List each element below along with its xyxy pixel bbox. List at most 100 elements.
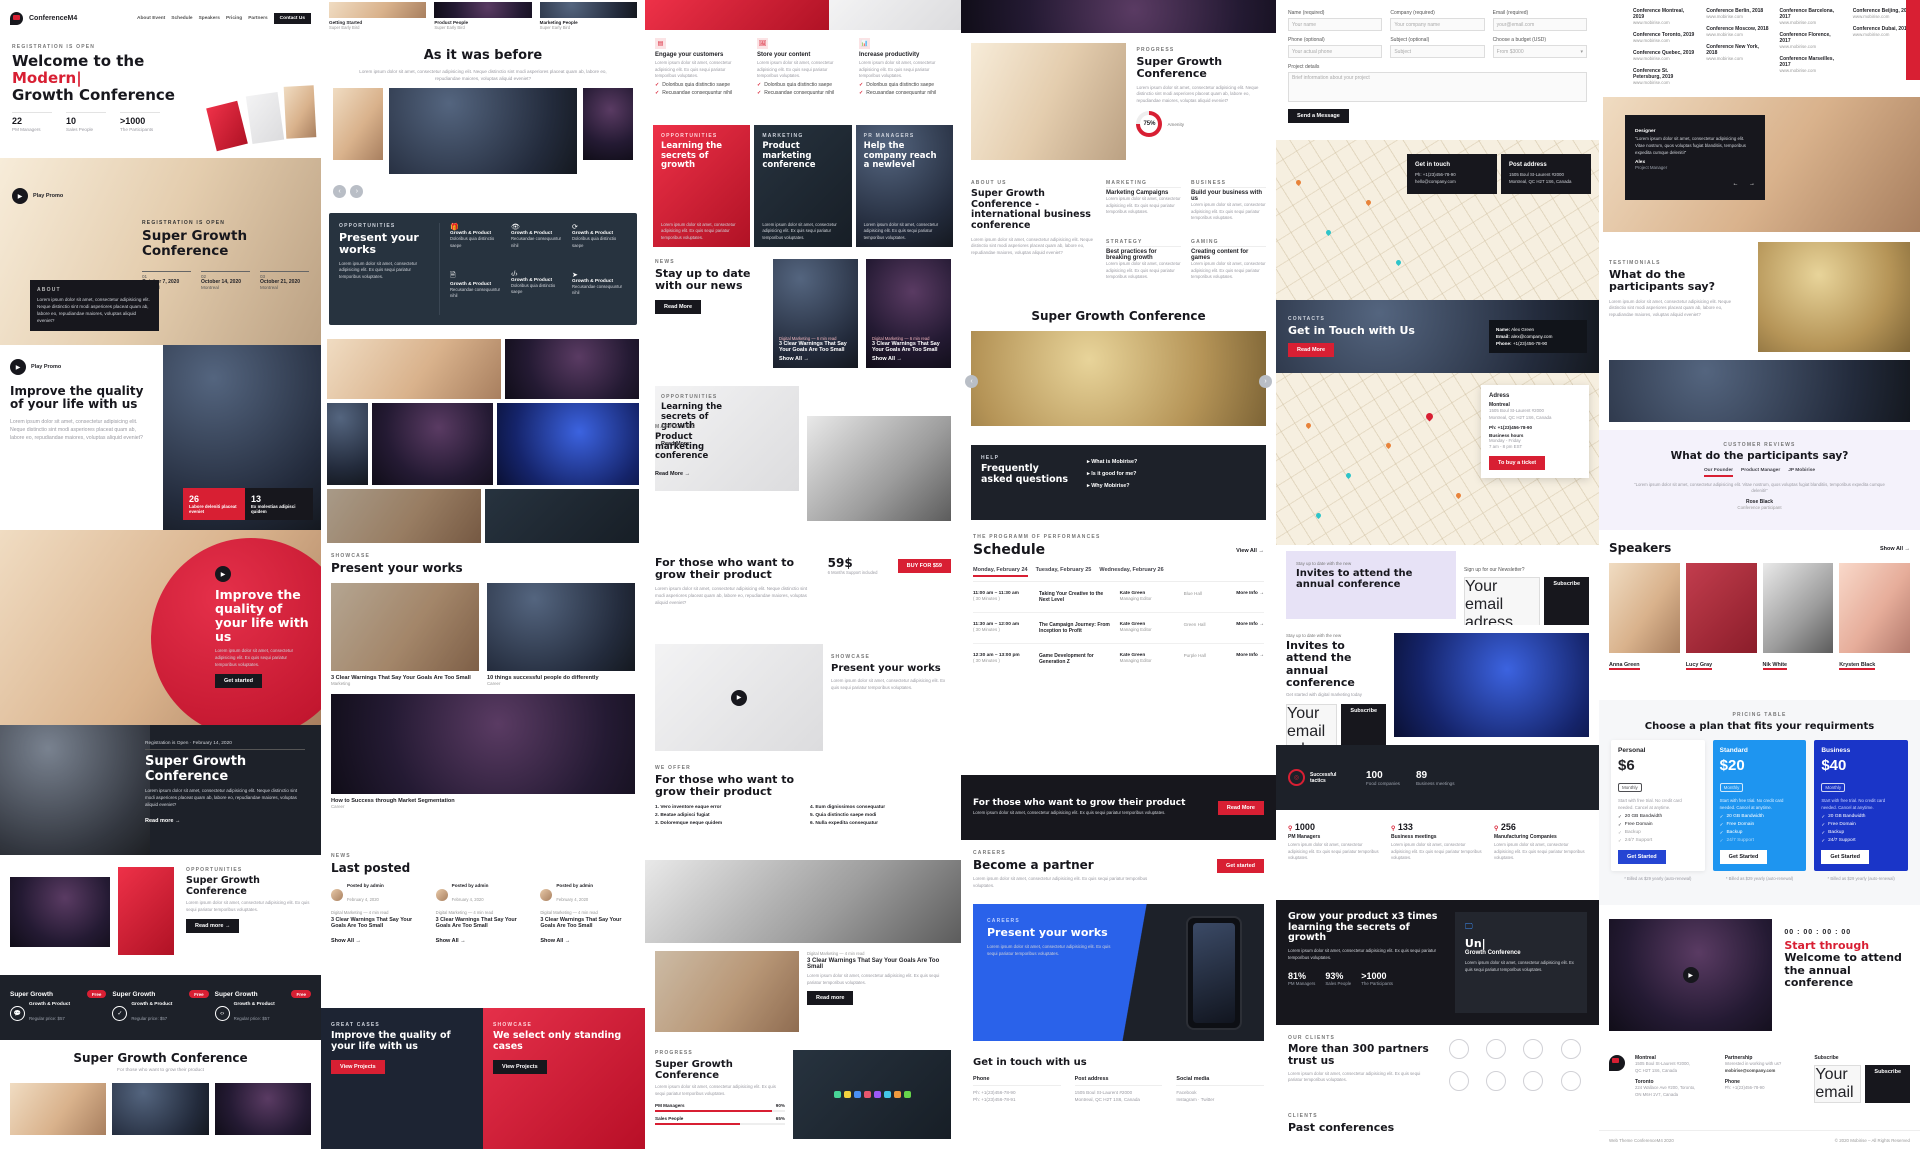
email-input[interactable]: Your email adress [1286,704,1337,745]
subscribe-button[interactable]: Subscribe [1865,1065,1910,1103]
carousel-prev-icon[interactable]: ‹ [965,375,978,388]
read-more-button[interactable]: Read more [807,991,853,1005]
subject-field[interactable]: Subject (optional)Subject [1390,37,1484,58]
read-more-button[interactable]: Read More [1288,343,1334,357]
promo-card-opportunities[interactable]: OPPORTUNITIES Learning the secrets of gr… [653,125,750,247]
schedule-tab-wednesday[interactable]: Wednesday, February 26 [1099,567,1163,577]
offer-item[interactable]: 🎁Growth & ProductDoloribus quia distinct… [450,223,505,265]
work-card[interactable]: 3 Clear Warnings That Say Your Goals Are… [331,583,479,686]
conference-item[interactable]: Conference Florence, 2017www.mobirise.co… [1780,32,1843,49]
post-title[interactable]: 3 Clear Warnings That Say Your Goals Are… [540,917,635,929]
conference-item[interactable]: Conference Moscow, 2018www.mobirise.com [1706,26,1769,37]
promo-card-pr[interactable]: PR MANAGERS Help the company reach a new… [856,125,953,247]
schedule-row[interactable]: 12:30 am – 13:00 pm( 30 Minutes ) Game D… [973,644,1264,674]
carousel-next-icon[interactable]: › [350,185,363,198]
contact-us-button[interactable]: Contact Us [274,13,311,24]
read-more-button[interactable]: Read More [1218,801,1264,815]
conference-item[interactable]: Conference Berlin, 2018www.mobirise.com [1706,8,1769,19]
name-field[interactable]: Name (required)Your name [1288,10,1382,31]
promo-card-marketing[interactable]: MARKETING Product marketing conference L… [754,125,851,247]
faq-item[interactable]: ▸ Is it good for me? [1087,471,1256,477]
faq-item[interactable]: ▸ Why Mobirise? [1087,483,1256,489]
play-icon[interactable]: ▶ [215,566,231,582]
schedule-tab-monday[interactable]: Monday, February 24 [973,567,1028,577]
play-promo-label[interactable]: Play Promo [31,364,61,370]
email-input[interactable]: Your email adress [1464,577,1540,625]
post-card[interactable]: Posted by admin February 4, 2020 Digital… [331,883,426,947]
show-all-link[interactable]: Show All → [779,356,852,362]
work-card[interactable]: How to Success through Market Segmentati… [331,694,635,809]
ticket-item[interactable]: Super Growth Free ✓ Growth & Product Reg… [112,990,208,1025]
conference-item[interactable]: Conference Montreal, 2019www.mobirise.co… [1633,8,1696,25]
play-promo-icon[interactable]: ▶ [12,188,28,204]
email-input[interactable]: Your email [1814,1065,1861,1103]
ticket-item[interactable]: Super Growth Free 💬 Growth & Product Reg… [10,990,106,1025]
conference-url[interactable]: www.mobirise.com [1633,80,1696,85]
offer-item[interactable]: 🗎Growth & ProductRecusandae consequuntur… [450,271,505,316]
phone-field[interactable]: Phone (optional)Your actual phone [1288,37,1382,58]
conference-url[interactable]: www.mobirise.com [1633,20,1696,25]
company-field[interactable]: Company (required)Your company name [1390,10,1484,31]
budget-select[interactable]: Choose a budget (USD)From $3000▾ [1493,37,1587,58]
post-card[interactable]: Posted by admin February 4, 2020 Digital… [540,883,635,947]
read-more-button[interactable]: Read more → [186,919,239,933]
carousel-next-icon[interactable]: › [1259,375,1272,388]
get-started-button[interactable]: Get Started [1720,850,1768,864]
speaker-card[interactable]: Anna Green [1609,563,1680,671]
show-all-link[interactable]: Show All → [331,938,361,944]
prev-arrow-icon[interactable]: ← [1733,181,1739,187]
speaker-card[interactable]: Lucy Gray [1686,563,1757,671]
nav-about-event[interactable]: About Event [137,16,165,21]
review-tab[interactable]: JP Mobirise [1788,468,1815,477]
offer-item[interactable]: ➤Growth & ProductRecusandae consequuntur… [572,271,627,316]
conference-item[interactable]: Conference St. Petersburg, 2019www.mobir… [1633,68,1696,85]
post-card[interactable]: Posted by admin February 4, 2020 Digital… [436,883,531,947]
conference-item[interactable]: Conference Barcelona, 2017www.mobirise.c… [1780,8,1843,25]
read-more-link[interactable]: Read more → [145,818,180,824]
play-icon[interactable]: ▶ [731,690,747,706]
play-icon[interactable]: ▶ [1683,967,1699,983]
footer-email[interactable]: mobirise@company.com [1725,1068,1805,1075]
conference-url[interactable]: www.mobirise.com [1633,38,1696,43]
nav-schedule[interactable]: Schedule [171,16,192,21]
news-card[interactable]: Digital Marketing — 6 min read 3 Clear W… [866,259,951,368]
project-details-textarea[interactable]: Project details Brief information about … [1288,64,1587,102]
more-info-link[interactable]: More Info → [1236,591,1264,603]
conference-url[interactable]: www.mobirise.com [1706,14,1769,19]
carousel-prev-icon[interactable]: ‹ [333,185,346,198]
view-all-link[interactable]: View All → [1236,548,1264,554]
offer-item[interactable]: ‹/›Growth & ProductDoloribus quia distin… [511,271,566,316]
more-info-link[interactable]: More Info → [1236,622,1264,634]
schedule-tab-tuesday[interactable]: Tuesday, February 25 [1036,567,1092,577]
conference-url[interactable]: www.mobirise.com [1780,68,1843,73]
nav-speakers[interactable]: Speakers [199,16,220,21]
conference-item[interactable]: Conference Marseilles, 2017www.mobirise.… [1780,56,1843,73]
show-all-link[interactable]: Show All → [540,938,570,944]
show-all-link[interactable]: Show All → [1880,546,1910,552]
read-more-link[interactable]: Read More → [655,471,690,477]
buy-button[interactable]: BUY FOR $59 [898,559,951,573]
next-arrow-icon[interactable]: → [1749,181,1755,187]
social-link[interactable]: Instagram · Twitter [1176,1096,1264,1103]
get-started-button[interactable]: Get started [1217,859,1264,873]
show-all-link[interactable]: Show All → [436,938,466,944]
review-tab[interactable]: Product Manager [1741,468,1780,477]
row-value[interactable]: alex@company.com [1511,334,1552,339]
faq-item[interactable]: ▸ What is Mobirise? [1087,459,1256,465]
article-title[interactable]: 3 Clear Warnings That Say Your Goals Are… [807,958,951,970]
send-message-button[interactable]: Send a Message [1288,109,1349,123]
post-title[interactable]: 3 Clear Warnings That Say Your Goals Are… [331,917,426,929]
speaker-card[interactable]: Nik White [1763,563,1834,671]
conference-item[interactable]: Conference New York, 2018www.mobirise.co… [1706,44,1769,61]
conference-url[interactable]: www.mobirise.com [1780,44,1843,49]
offer-item[interactable]: ⟳Growth & ProductDoloribus quia distinct… [572,223,627,265]
review-tab[interactable]: Our Founder [1704,468,1733,477]
conference-item[interactable]: Conference Toronto, 2019www.mobirise.com [1633,32,1696,43]
ticket-item[interactable]: Super Growth Free ‹› Growth & Product Re… [215,990,311,1025]
schedule-row[interactable]: 11:30 am – 12:00 am( 30 Minutes ) The Ca… [973,613,1264,644]
work-card[interactable]: 10 things successful people do different… [487,583,635,686]
play-promo-label[interactable]: Play Promo [33,193,63,199]
get-started-button[interactable]: Get Started [1618,850,1666,864]
show-all-link[interactable]: Show All → [872,356,945,362]
subscribe-button[interactable]: Subscribe [1544,577,1589,625]
